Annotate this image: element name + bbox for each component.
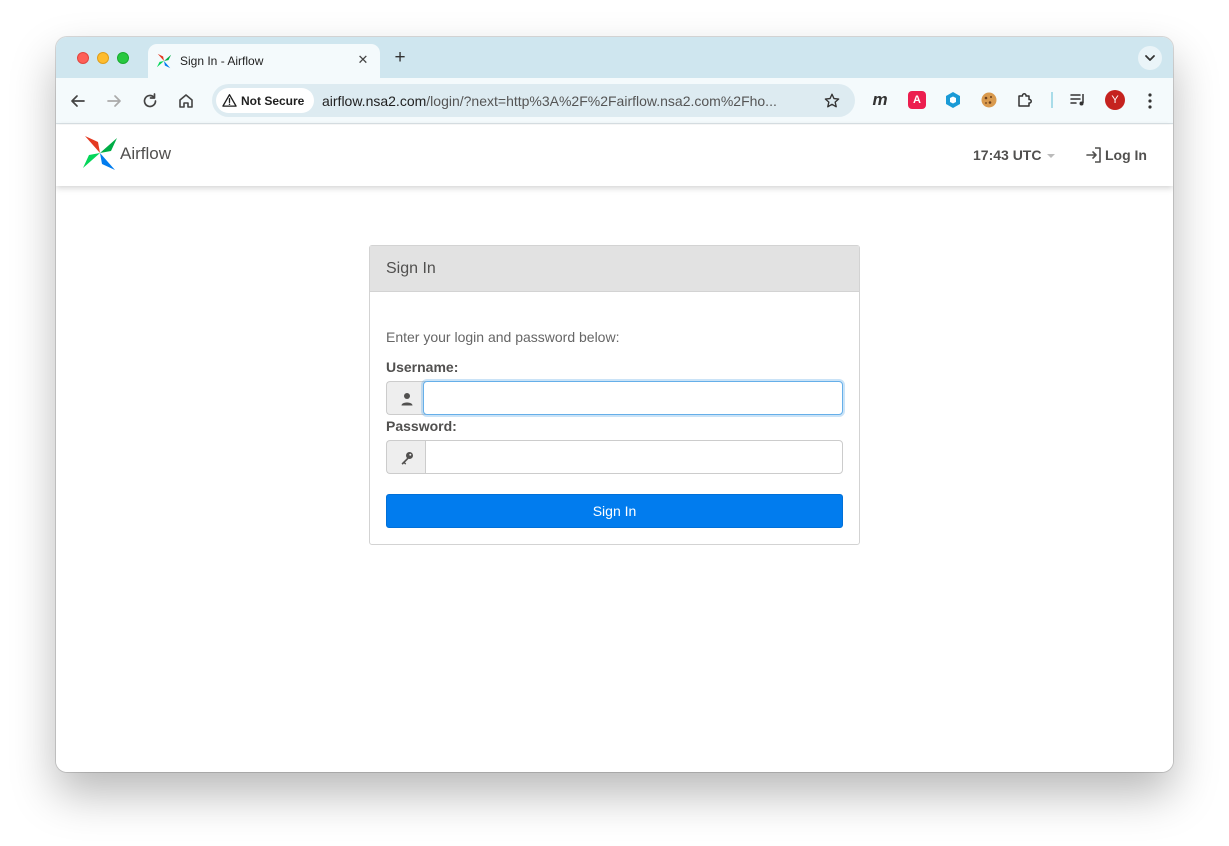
- extension-red-icon[interactable]: A: [908, 91, 926, 109]
- media-control-icon[interactable]: [1069, 91, 1087, 109]
- tab-strip: Sign In - Airflow ✕ +: [56, 37, 1173, 78]
- toolbar-divider: [1051, 92, 1053, 108]
- intro-text: Enter your login and password below:: [386, 329, 620, 345]
- airflow-navbar: Airflow 17:43 UTC Log In: [56, 125, 1173, 186]
- user-icon: [401, 393, 413, 406]
- airflow-logo-icon[interactable]: [82, 135, 118, 171]
- tab-search-button[interactable]: [1138, 46, 1162, 70]
- cookie-icon[interactable]: [980, 91, 998, 109]
- tab-title: Sign In - Airflow: [180, 54, 264, 68]
- clock-text: 17:43 UTC: [973, 147, 1042, 163]
- clock-dropdown[interactable]: 17:43 UTC: [973, 147, 1056, 163]
- chevron-down-icon: [1145, 55, 1155, 61]
- password-addon: [386, 440, 426, 474]
- extension-blue-icon[interactable]: [944, 91, 962, 109]
- forward-arrow-icon[interactable]: [104, 91, 124, 111]
- sign-in-button[interactable]: Sign In: [386, 494, 843, 528]
- minimize-window-button[interactable]: [97, 52, 109, 64]
- browser-toolbar: Not Secure airflow.nsa2.com/login/?next=…: [56, 78, 1173, 124]
- url-host: airflow.nsa2.com: [322, 93, 427, 109]
- airflow-favicon-icon: [156, 53, 172, 69]
- security-indicator[interactable]: Not Secure: [216, 88, 314, 113]
- close-window-button[interactable]: [77, 52, 89, 64]
- username-addon: [386, 381, 426, 415]
- browser-window: Sign In - Airflow ✕ + Not Secure airflow…: [56, 37, 1173, 772]
- password-input[interactable]: [425, 440, 843, 474]
- brand-name[interactable]: Airflow: [120, 144, 171, 164]
- extensions-puzzle-icon[interactable]: [1016, 91, 1034, 109]
- warning-icon: [222, 94, 237, 107]
- caret-down-icon: [1047, 154, 1056, 159]
- panel-heading: Sign In: [370, 246, 859, 292]
- back-arrow-icon[interactable]: [68, 91, 88, 111]
- more-vertical-icon[interactable]: [1141, 91, 1159, 111]
- page-content: Airflow 17:43 UTC Log In Sign In Enter y…: [56, 125, 1173, 772]
- login-icon: [1086, 147, 1101, 163]
- url-text[interactable]: airflow.nsa2.com/login/?next=http%3A%2F%…: [322, 93, 812, 109]
- maximize-window-button[interactable]: [117, 52, 129, 64]
- password-group: [386, 440, 843, 474]
- security-label: Not Secure: [241, 94, 305, 108]
- extension-m-icon[interactable]: m: [871, 91, 889, 109]
- username-label: Username:: [386, 359, 459, 375]
- profile-avatar[interactable]: Y: [1105, 90, 1125, 110]
- tab-sign-in[interactable]: Sign In - Airflow ✕: [148, 44, 380, 78]
- reload-icon[interactable]: [140, 91, 160, 111]
- address-bar[interactable]: Not Secure airflow.nsa2.com/login/?next=…: [212, 84, 855, 117]
- sign-in-panel: Sign In Enter your login and password be…: [369, 245, 860, 545]
- username-group: [386, 381, 843, 415]
- tab-close-icon[interactable]: ✕: [355, 52, 371, 68]
- username-input[interactable]: [423, 381, 843, 415]
- log-in-label: Log In: [1105, 147, 1147, 163]
- url-path: /login/?next=http%3A%2F%2Fairflow.nsa2.c…: [426, 93, 777, 109]
- key-icon: [401, 452, 413, 465]
- new-tab-button[interactable]: +: [390, 48, 410, 68]
- home-icon[interactable]: [176, 91, 196, 111]
- password-label: Password:: [386, 418, 457, 434]
- bookmark-star-icon[interactable]: [823, 92, 841, 110]
